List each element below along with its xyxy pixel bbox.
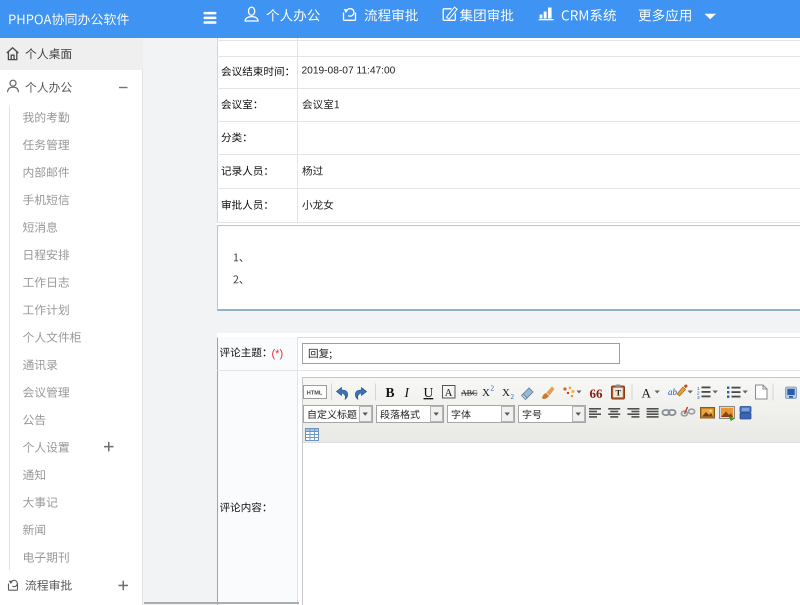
svg-text:ABC: ABC: [461, 389, 477, 398]
svg-text:X: X: [482, 387, 490, 399]
svg-text:ab: ab: [668, 387, 678, 397]
svg-text:HTML: HTML: [307, 391, 323, 397]
svg-text:2: 2: [511, 393, 515, 401]
svg-text:2019-08-07 11:47:00: 2019-08-07 11:47:00: [302, 66, 396, 77]
svg-text:A: A: [445, 388, 453, 399]
svg-text:2: 2: [491, 385, 495, 393]
svg-text:U: U: [424, 385, 434, 400]
svg-text:B: B: [386, 385, 395, 400]
svg-text:A: A: [642, 386, 652, 401]
svg-text:I: I: [404, 385, 411, 400]
svg-text:3: 3: [697, 395, 700, 401]
svg-text:T: T: [616, 388, 622, 398]
svg-text:X: X: [502, 387, 510, 399]
svg-text:66: 66: [590, 386, 604, 401]
svg-text:(*): (*): [272, 348, 284, 360]
